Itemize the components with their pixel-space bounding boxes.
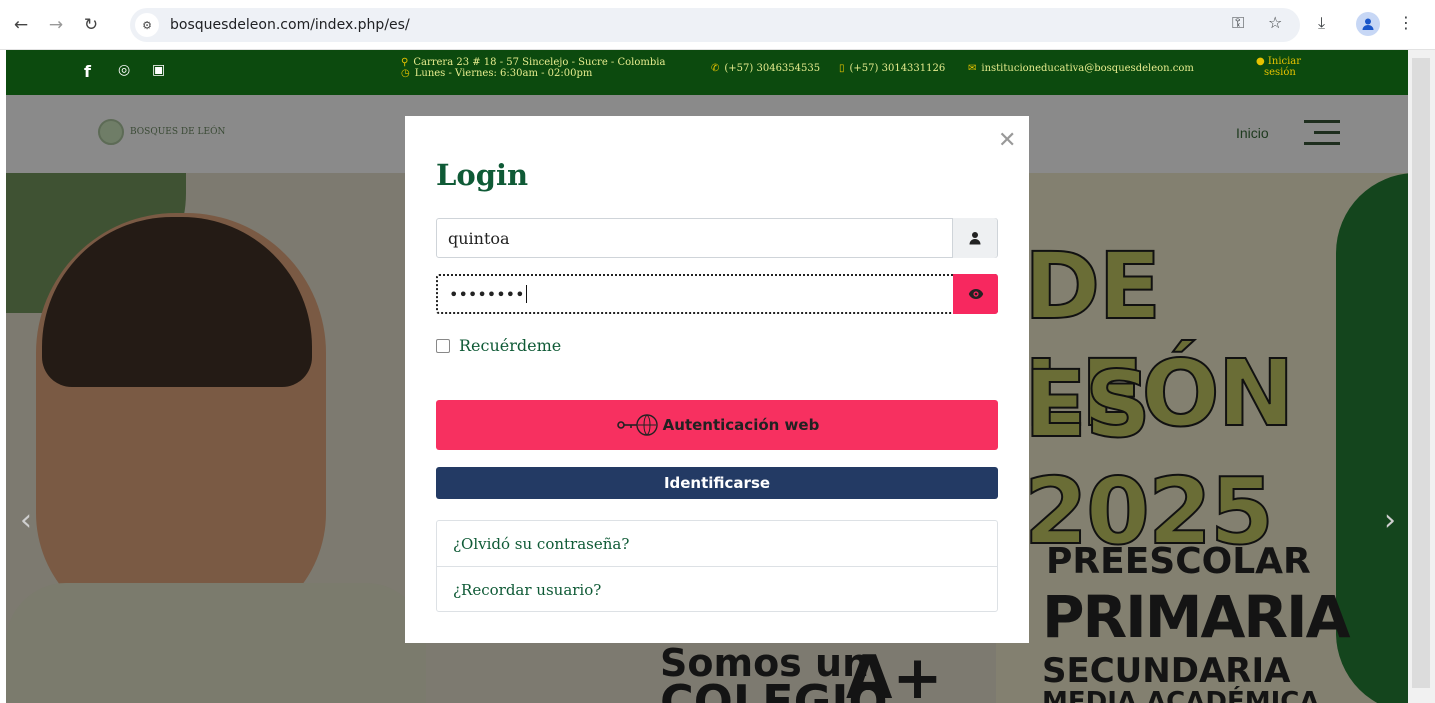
address-text: Carrera 23 # 18 - 57 Sincelejo - Sucre -… — [413, 57, 666, 68]
profile-avatar[interactable] — [1356, 12, 1380, 36]
location-pin-icon: ⚲ — [401, 57, 409, 68]
passkey-icon — [616, 414, 658, 436]
login-link[interactable]: ● Iniciar sesión — [1256, 56, 1301, 78]
next-slide-icon[interactable]: › — [1384, 503, 1396, 538]
hero-level-1: PREESCOLAR — [1046, 541, 1311, 582]
modal-title: Login — [436, 158, 529, 192]
phone1-info[interactable]: ✆ (+57) 3046354535 — [711, 63, 820, 74]
hero-badge: A+ — [846, 643, 943, 703]
youtube-icon[interactable]: ▣ — [152, 62, 165, 78]
forgot-password-link[interactable]: ¿Olvidó su contraseña? — [437, 521, 997, 566]
address-bar[interactable]: ⚙ bosquesdeleon.com/index.php/es/ — [130, 8, 1300, 42]
menu-dots-icon[interactable]: ⋮ — [1398, 13, 1414, 32]
facebook-icon[interactable]: f — [84, 62, 91, 81]
hero-level-3: SECUNDARIA — [1042, 651, 1291, 691]
help-links: ¿Olvidó su contraseña? ¿Recordar usuario… — [436, 520, 998, 612]
email-info[interactable]: ✉ institucioneducativa@bosquesdeleon.com — [968, 63, 1194, 74]
hours-text: Lunes - Viernes: 6:30am - 02:00pm — [414, 68, 593, 79]
web-auth-button[interactable]: Autenticación web — [436, 400, 998, 450]
nav-inicio[interactable]: Inicio — [1236, 125, 1269, 141]
address-info: ⚲ Carrera 23 # 18 - 57 Sincelejo - Sucre … — [401, 57, 665, 79]
scrollbar-thumb[interactable] — [1412, 58, 1430, 688]
password-dots: •••••••• — [449, 285, 525, 304]
remember-checkbox[interactable] — [436, 338, 450, 353]
phone1-text: (+57) 3046354535 — [724, 63, 821, 74]
forward-arrow-icon[interactable]: → — [45, 14, 67, 36]
mail-icon: ✉ — [968, 63, 977, 74]
hero-title-2: ES 2025 — [1023, 350, 1275, 566]
site-topbar: f ◎ ▣ ⚲ Carrera 23 # 18 - 57 Sincelejo - … — [6, 50, 1408, 95]
star-icon[interactable]: ☆ — [1268, 13, 1282, 32]
login-modal: ✕ Login quintoa •••••••• Recuérdeme Aute… — [405, 116, 1029, 643]
username-value: quintoa — [448, 229, 510, 248]
username-field[interactable]: quintoa — [436, 218, 998, 258]
close-icon[interactable]: ✕ — [998, 130, 1016, 152]
phone2-info[interactable]: ▯ (+57) 3014331126 — [839, 63, 945, 74]
web-auth-label: Autenticación web — [662, 416, 820, 434]
user-icon: ● — [1256, 56, 1265, 67]
login-text-2: sesión — [1264, 67, 1296, 78]
back-arrow-icon[interactable]: ← — [10, 14, 32, 36]
reload-icon[interactable]: ↻ — [80, 14, 102, 36]
logo-crest-icon — [98, 119, 124, 145]
key-icon[interactable]: ⚿ — [1232, 13, 1244, 33]
browser-toolbar: ← → ↻ ⚙ bosquesdeleon.com/index.php/es/ … — [0, 0, 1435, 50]
password-value: •••••••• — [449, 285, 527, 304]
hero-level-4: MEDIA ACADÉMICA — [1042, 687, 1320, 703]
download-icon[interactable]: ⤓ — [1318, 13, 1325, 33]
url-text: bosquesdeleon.com/index.php/es/ — [170, 17, 410, 33]
phone-icon: ✆ — [711, 63, 720, 74]
password-field[interactable]: •••••••• — [436, 274, 998, 314]
submit-label: Identificarse — [663, 474, 771, 492]
remember-label: Recuérdeme — [459, 336, 562, 355]
submit-button[interactable]: Identificarse — [436, 467, 998, 499]
remember-me[interactable]: Recuérdeme — [436, 336, 561, 355]
user-icon — [952, 218, 997, 258]
login-text-1: Iniciar — [1267, 56, 1302, 67]
prev-slide-icon[interactable]: ‹ — [20, 503, 32, 538]
site-logo[interactable]: BOSQUES DE LEÓN — [98, 119, 225, 145]
student-shirt — [6, 583, 426, 703]
forgot-username-link[interactable]: ¿Recordar usuario? — [437, 566, 997, 611]
logo-text: BOSQUES DE LEÓN — [130, 127, 226, 137]
site-info-icon[interactable]: ⚙ — [135, 13, 159, 37]
hamburger-menu-icon[interactable] — [1304, 120, 1340, 153]
mobile-icon: ▯ — [839, 63, 845, 74]
instagram-icon[interactable]: ◎ — [118, 62, 130, 78]
email-text: institucioneducativa@bosquesdeleon.com — [981, 63, 1194, 74]
eye-icon[interactable] — [953, 274, 998, 314]
phone2-text: (+57) 3014331126 — [849, 63, 946, 74]
clock-icon: ◷ — [401, 68, 410, 79]
hero-level-2: PRIMARIA — [1042, 583, 1350, 651]
